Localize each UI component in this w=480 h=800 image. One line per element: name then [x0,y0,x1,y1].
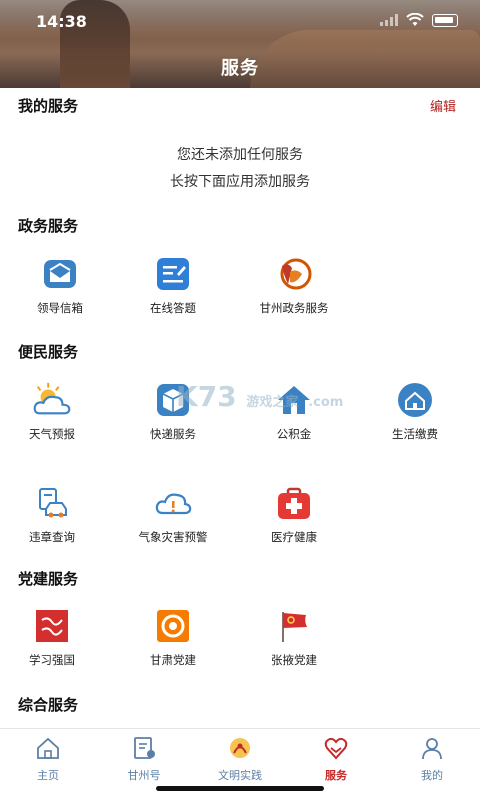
service-label: 甘州政务服务 [259,301,329,315]
tab-label: 文明实践 [218,769,262,782]
service-label: 生活缴费 [392,427,438,441]
service-medical-health[interactable]: 医疗健康 [234,483,354,545]
edit-note-icon [153,254,193,294]
page-title: 服务 [221,58,259,79]
watermark-sub: 游戏之家 [246,395,299,410]
watermark-domain: .com [308,395,344,410]
tab-label: 我的 [421,769,443,782]
heart-service-icon [324,737,348,760]
service-gansu-party[interactable]: 甘肃党建 [113,606,233,668]
status-icons [380,13,458,27]
home-icon [37,737,59,759]
service-label: 快递服务 [150,427,196,441]
watermark-text: K73 [176,380,237,413]
party-services-heading: 党建服务 [18,570,79,588]
tab-mine[interactable]: 我的 [384,735,480,783]
service-label: 张掖党建 [271,653,317,667]
xuexi-icon [32,606,72,646]
service-label: 天气预报 [29,427,75,441]
tab-label: 服务 [325,769,347,782]
service-label: 公积金 [276,427,312,441]
gansu-party-icon [153,606,193,646]
service-weather-warning[interactable]: 气象灾害预警 [113,483,233,545]
empty-message-line2: 长按下面应用添加服务 [170,174,310,190]
home-indicator[interactable] [156,786,324,791]
tab-service[interactable]: 服务 [288,735,384,783]
battery-icon [432,13,458,27]
status-time: 14:38 [36,12,87,31]
weather-icon [32,380,72,420]
tab-label: 主页 [37,769,59,782]
signal-icon [380,14,398,26]
government-services-heading: 政务服务 [18,217,79,235]
mail-icon [40,254,80,294]
convenience-services-heading: 便民服务 [18,343,79,361]
service-utility-bills[interactable]: 生活缴费 [355,380,475,442]
service-ganzhou-gov[interactable]: 甘州政务服务 [234,254,354,316]
service-label: 学习强国 [29,653,75,667]
car-violation-icon [32,483,72,523]
news-icon [134,737,155,759]
party-flag-icon [274,606,314,646]
service-online-quiz[interactable]: 在线答题 [113,254,233,316]
service-weather[interactable]: 天气预报 [0,380,112,442]
tab-civilization-practice[interactable]: 文明实践 [192,735,288,783]
tab-home[interactable]: 主页 [0,735,96,783]
home-bill-icon [395,380,435,420]
wheat-emblem-icon [230,738,250,758]
edit-button[interactable]: 编辑 [430,96,456,115]
service-label: 医疗健康 [271,530,317,544]
general-services-heading: 综合服务 [18,696,79,714]
weather-alert-icon [153,483,193,523]
service-zhangye-party[interactable]: 张掖党建 [234,606,354,668]
tab-ganzhou-hao[interactable]: 甘州号 [96,735,192,783]
my-services-heading: 我的服务 [18,97,79,115]
tab-label: 甘州号 [127,769,161,782]
service-label: 甘肃党建 [150,653,196,667]
user-icon [422,738,442,760]
service-label: 违章查询 [29,530,75,544]
service-xuexi-qiangguo[interactable]: 学习强国 [0,606,112,668]
service-label: 领导信箱 [37,301,83,315]
service-label: 气象灾害预警 [138,530,208,544]
wifi-icon [406,13,424,26]
empty-message-line1: 您还未添加任何服务 [177,147,303,163]
watermark: K73 游戏之家 .com [176,380,343,413]
service-traffic-violation[interactable]: 违章查询 [0,483,112,545]
gov-logo-icon [274,254,314,294]
header-banner: 14:38 服务 [0,0,480,88]
service-label: 在线答题 [150,301,196,315]
service-leader-mailbox[interactable]: 领导信箱 [0,254,120,316]
medical-kit-icon [274,483,314,523]
